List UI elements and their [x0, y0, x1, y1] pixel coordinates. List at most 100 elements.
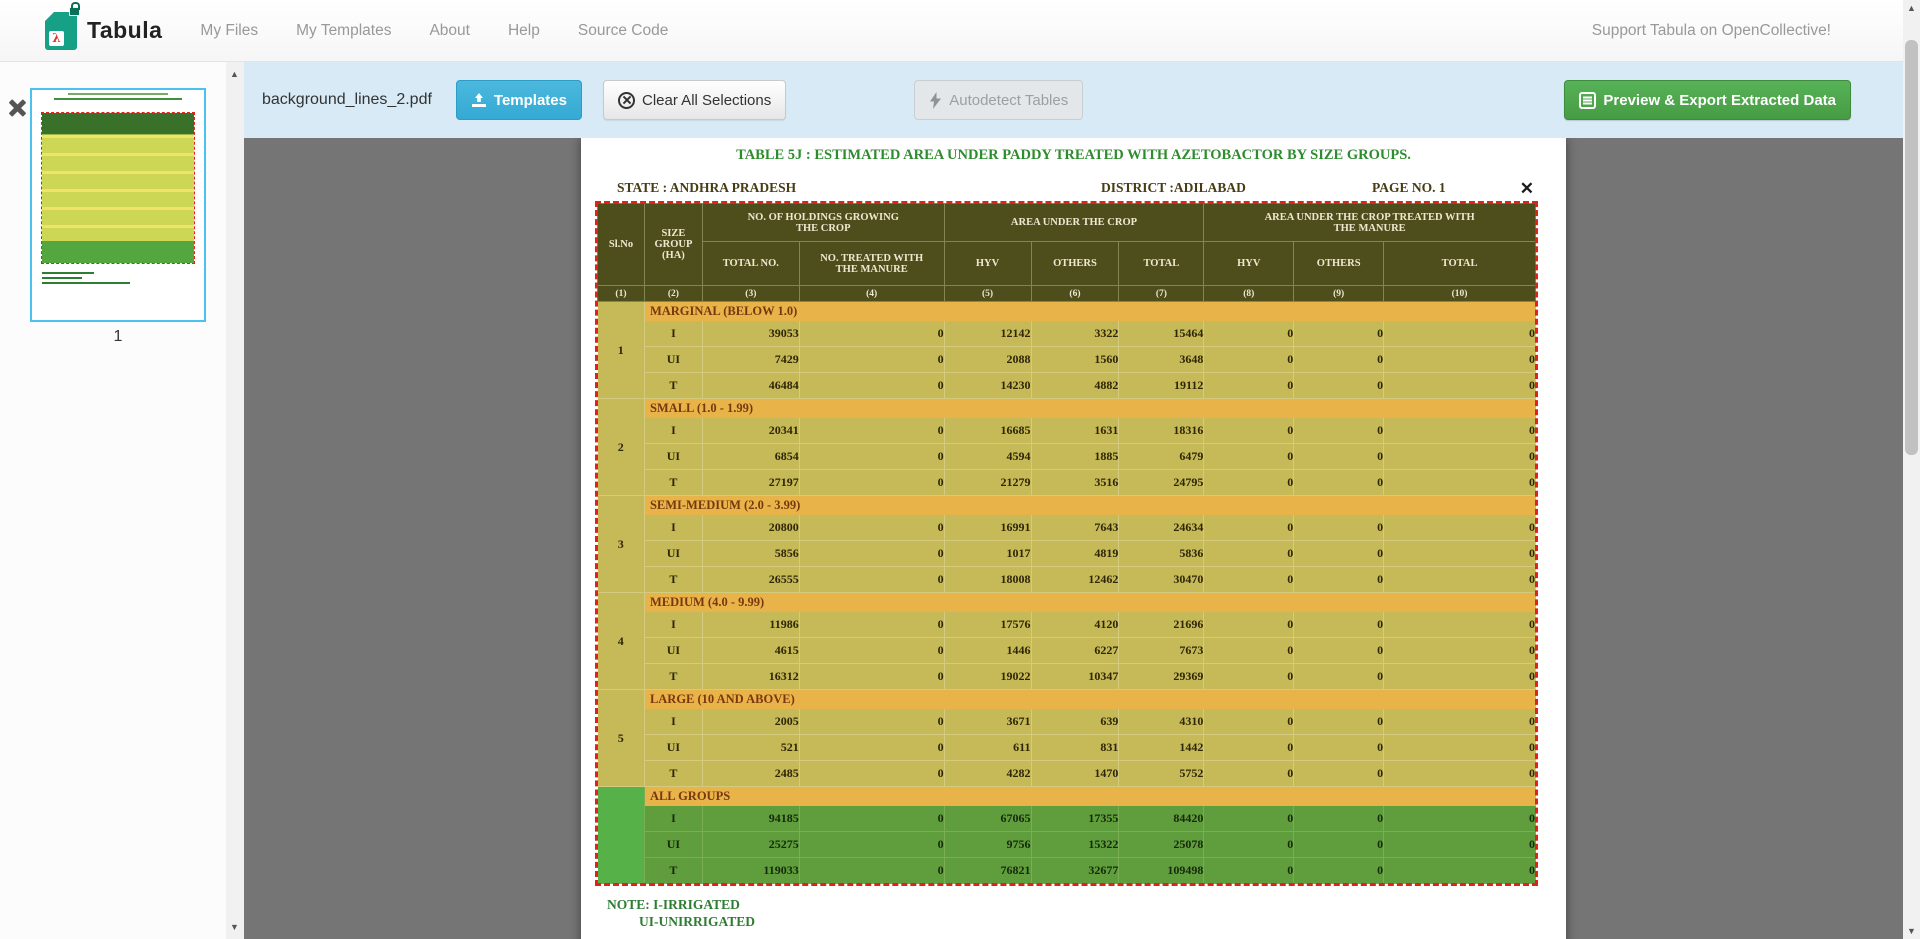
row-type-cell: I	[644, 515, 702, 541]
value-cell: 0	[799, 761, 944, 787]
value-cell: 0	[1294, 470, 1384, 496]
row-type-cell: I	[644, 612, 702, 638]
value-cell: 24795	[1119, 470, 1204, 496]
nav-link-source-code[interactable]: Source Code	[578, 22, 668, 40]
value-cell: 17576	[944, 612, 1031, 638]
value-cell: 16312	[702, 664, 799, 690]
pdf-table-title: TABLE 5J : ESTIMATED AREA UNDER PADDY TR…	[581, 147, 1566, 164]
top-navbar: λ Tabula My Files My Templates About Help So…	[0, 0, 1903, 62]
value-cell: 19112	[1119, 373, 1204, 399]
group-label-cell: SEMI-MEDIUM (2.0 - 3.99)	[644, 496, 1535, 515]
value-cell: 1560	[1031, 347, 1119, 373]
value-cell: 0	[1384, 858, 1536, 884]
value-cell: 6227	[1031, 638, 1119, 664]
page-thumbnail[interactable]	[30, 88, 206, 322]
column-number: (9)	[1294, 286, 1384, 302]
value-cell: 76821	[944, 858, 1031, 884]
header-holdings-group: NO. OF HOLDINGS GROWING THE CROP	[702, 204, 944, 242]
row-type-cell: T	[644, 858, 702, 884]
column-number: (8)	[1204, 286, 1294, 302]
value-cell: 0	[1294, 373, 1384, 399]
sidebar-scrollbar[interactable]: ▲ ▼	[226, 62, 244, 939]
row-type-cell: T	[644, 373, 702, 399]
value-cell: 7673	[1119, 638, 1204, 664]
value-cell: 0	[1204, 806, 1294, 832]
tabula-brand[interactable]: λ Tabula	[45, 12, 162, 50]
value-cell: 0	[1294, 612, 1384, 638]
value-cell: 0	[1294, 444, 1384, 470]
column-number: (6)	[1031, 286, 1119, 302]
scrollbar-thumb[interactable]	[1905, 40, 1918, 455]
value-cell: 4120	[1031, 612, 1119, 638]
value-cell: 0	[1384, 373, 1536, 399]
value-cell: 20341	[702, 418, 799, 444]
value-cell: 84420	[1119, 806, 1204, 832]
value-cell: 0	[799, 373, 944, 399]
value-cell: 0	[1384, 761, 1536, 787]
value-cell: 6854	[702, 444, 799, 470]
value-cell: 19022	[944, 664, 1031, 690]
autodetect-tables-button[interactable]: Autodetect Tables	[914, 80, 1083, 120]
remove-page-icon[interactable]	[6, 98, 26, 118]
value-cell: 21696	[1119, 612, 1204, 638]
value-cell: 26555	[702, 567, 799, 593]
clear-all-selections-button[interactable]: Clear All Selections	[603, 80, 786, 120]
nav-link-about[interactable]: About	[429, 22, 470, 40]
value-cell: 0	[1204, 761, 1294, 787]
group-label-row: 1MARGINAL (BELOW 1.0)	[598, 302, 1536, 321]
value-cell: 24634	[1119, 515, 1204, 541]
value-cell: 10347	[1031, 664, 1119, 690]
value-cell: 0	[1204, 515, 1294, 541]
group-slno-cell: 2	[598, 399, 645, 496]
scroll-up-icon[interactable]: ▲	[226, 66, 243, 82]
scroll-down-icon[interactable]: ▼	[1903, 923, 1920, 939]
window-scrollbar[interactable]: ▲ ▼	[1903, 0, 1920, 939]
size-group-block: 2SMALL (1.0 - 1.99)I20341016685163118316…	[598, 399, 1536, 496]
table-row: I11986017576412021696000	[598, 612, 1536, 638]
group-slno-cell: 4	[598, 593, 645, 690]
table-row: T27197021279351624795000	[598, 470, 1536, 496]
value-cell: 0	[1294, 321, 1384, 347]
value-cell: 0	[799, 806, 944, 832]
pdf-canvas[interactable]: TABLE 5J : ESTIMATED AREA UNDER PADDY TR…	[244, 138, 1903, 939]
header-others: OTHERS	[1031, 242, 1119, 286]
support-link[interactable]: Support Tabula on OpenCollective!	[1592, 22, 1831, 40]
value-cell: 0	[1204, 418, 1294, 444]
value-cell: 3322	[1031, 321, 1119, 347]
value-cell: 0	[1204, 638, 1294, 664]
group-slno-cell: 5	[598, 690, 645, 787]
table-row: T163120190221034729369000	[598, 664, 1536, 690]
nav-link-help[interactable]: Help	[508, 22, 540, 40]
value-cell: 0	[1294, 761, 1384, 787]
header-others: OTHERS	[1294, 242, 1384, 286]
row-type-cell: I	[644, 709, 702, 735]
nav-link-my-files[interactable]: My Files	[200, 22, 258, 40]
value-cell: 1631	[1031, 418, 1119, 444]
value-cell: 32677	[1031, 858, 1119, 884]
preview-export-button[interactable]: Preview & Export Extracted Data	[1564, 80, 1851, 120]
group-label-row: 5LARGE (10 AND ABOVE)	[598, 690, 1536, 709]
table-row: UI46150144662277673000	[598, 638, 1536, 664]
value-cell: 25275	[702, 832, 799, 858]
export-table-icon	[1579, 92, 1596, 109]
templates-button[interactable]: Templates	[456, 80, 582, 120]
value-cell: 30470	[1119, 567, 1204, 593]
value-cell: 12462	[1031, 567, 1119, 593]
scroll-up-icon[interactable]: ▲	[1903, 0, 1920, 16]
pdf-pageno-label: PAGE NO. 1	[1372, 180, 1446, 196]
row-type-cell: UI	[644, 347, 702, 373]
value-cell: 0	[1384, 321, 1536, 347]
thumb-title-line	[68, 93, 168, 95]
pdf-note: NOTE: I-IRRIGATED UI-UNIRRIGATED	[607, 896, 755, 930]
row-type-cell: UI	[644, 541, 702, 567]
value-cell: 17355	[1031, 806, 1119, 832]
pdf-page[interactable]: TABLE 5J : ESTIMATED AREA UNDER PADDY TR…	[581, 138, 1566, 939]
header-slno: Sl.No	[598, 204, 645, 286]
value-cell: 0	[799, 709, 944, 735]
nav-link-my-templates[interactable]: My Templates	[296, 22, 391, 40]
selection-close-icon[interactable]: ✕	[1520, 180, 1534, 197]
table-selection-box[interactable]: ✕ Sl.NoSIZE GROUP (HA)NO. OF HOLDINGS GR…	[597, 203, 1536, 884]
value-cell: 1017	[944, 541, 1031, 567]
scroll-down-icon[interactable]: ▼	[226, 919, 243, 935]
value-cell: 0	[1294, 664, 1384, 690]
